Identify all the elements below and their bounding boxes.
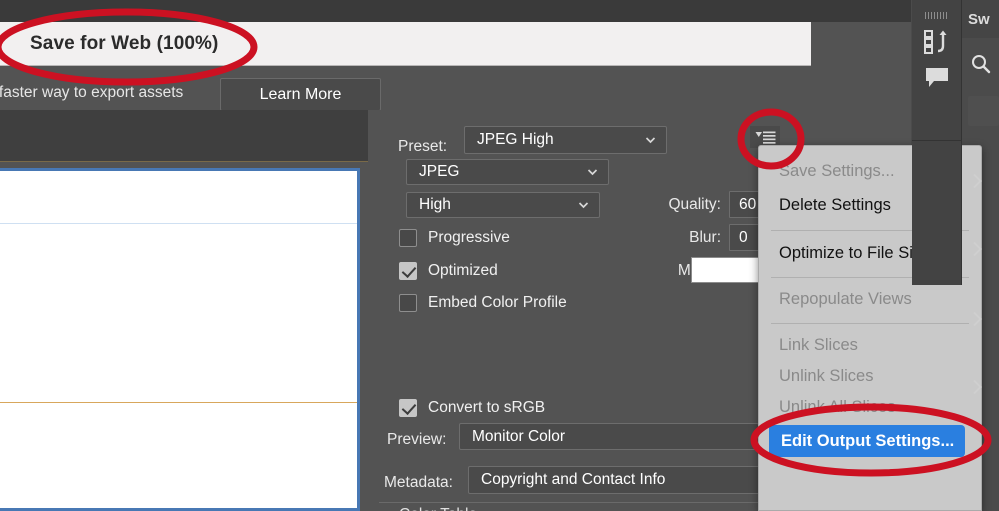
page-title: Save for Web (100%) — [30, 33, 219, 54]
preview-header-strip — [0, 110, 368, 162]
checkbox-box — [399, 229, 417, 247]
preview-color-value: Monitor Color — [472, 427, 566, 445]
color-table-section-header: Color Table — [399, 506, 477, 511]
preset-select[interactable]: JPEG High — [464, 126, 667, 154]
tab-swatches[interactable]: Sw — [962, 0, 999, 38]
preview-label: Preview: — [387, 431, 447, 448]
quality-preset-value: High — [419, 196, 451, 213]
checkbox-box — [399, 294, 417, 312]
chevron-right-icon[interactable] — [966, 236, 988, 262]
comment-bubble-icon[interactable] — [912, 56, 962, 100]
checkbox-box — [399, 399, 417, 417]
dialog-title-bar: Save for Web (100%) — [0, 22, 811, 66]
checkbox-embed-color-profile[interactable]: Embed Color Profile — [399, 294, 567, 312]
right-icon-rail — [912, 0, 962, 285]
metadata-label: Metadata: — [384, 474, 453, 491]
learn-more-button[interactable]: Learn More — [220, 78, 381, 111]
metadata-value: Copyright and Contact Info — [481, 471, 666, 488]
metadata-select[interactable]: Copyright and Contact Info — [468, 466, 788, 494]
screen-root: Save for Web (100%) a faster way to expo… — [0, 0, 999, 511]
quality-preset-select[interactable]: High — [406, 192, 600, 218]
chevron-right-icon[interactable] — [966, 306, 988, 332]
preset-label: Preset: — [398, 138, 448, 155]
rail-divider — [912, 140, 962, 141]
checkbox-label: Convert to sRGB — [428, 399, 546, 416]
chevron-right-icon[interactable] — [966, 168, 988, 194]
file-format-value: JPEG — [419, 163, 460, 180]
app-top-strip — [0, 0, 911, 22]
chevron-down-icon — [577, 199, 590, 212]
menu-item-link-slices: Link Slices — [779, 336, 858, 354]
quality-label: Quality: — [668, 196, 721, 213]
menu-separator — [771, 323, 969, 324]
image-preview-area[interactable] — [0, 110, 379, 511]
preset-select-value: JPEG High — [477, 131, 554, 148]
checkbox-label: Embed Color Profile — [428, 294, 567, 311]
section-divider — [379, 502, 811, 503]
preview-canvas[interactable] — [0, 168, 360, 511]
optimization-settings-panel: Preset: JPEG High JPEG High Quality: 60 … — [379, 110, 811, 511]
menu-item-repopulate-views: Repopulate Views — [779, 290, 912, 308]
blur-label: Blur: — [689, 229, 721, 246]
menu-item-edit-output-settings[interactable]: Edit Output Settings... — [769, 425, 965, 457]
checkbox-box — [399, 262, 417, 280]
checkbox-convert-to-srgb[interactable]: Convert to sRGB — [399, 399, 545, 417]
guide-line-blue — [0, 223, 357, 224]
chevron-right-icon[interactable] — [966, 374, 988, 400]
search-icon[interactable] — [962, 42, 999, 86]
checkbox-optimized[interactable]: Optimized — [399, 262, 498, 280]
promo-text: a faster way to export assets — [0, 84, 184, 101]
chevron-down-icon — [644, 134, 657, 147]
checkbox-label: Progressive — [428, 229, 510, 246]
file-format-select[interactable]: JPEG — [406, 159, 609, 185]
drag-grip-icon[interactable] — [925, 12, 949, 19]
guide-line-amber — [0, 402, 357, 403]
panel-placeholder-button[interactable] — [968, 96, 999, 126]
checkbox-label: Optimized — [428, 262, 498, 279]
checkbox-progressive[interactable]: Progressive — [399, 229, 510, 247]
menu-item-unlink-all-slices: Unlink All Slices — [779, 398, 896, 416]
preview-color-select[interactable]: Monitor Color — [459, 423, 759, 450]
menu-item-unlink-slices: Unlink Slices — [779, 367, 874, 385]
chevron-down-icon — [586, 166, 599, 179]
